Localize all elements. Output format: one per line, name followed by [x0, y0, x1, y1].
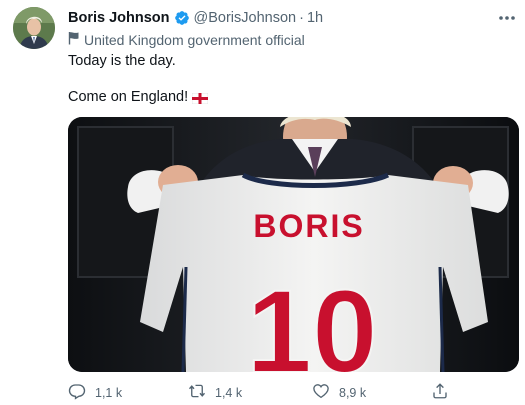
government-label[interactable]: United Kingdom government official: [68, 31, 305, 49]
author-name[interactable]: Boris Johnson: [68, 10, 170, 26]
verified-badge-icon: [174, 10, 190, 26]
retweet-icon: [188, 382, 206, 405]
tweet-header: Boris Johnson @BorisJohnson · 1h: [68, 9, 323, 27]
more-options-button[interactable]: [496, 9, 518, 25]
like-button[interactable]: 8,9 k: [312, 383, 366, 403]
reply-count: 1,1 k: [95, 386, 123, 400]
tweet-timestamp[interactable]: 1h: [307, 10, 323, 26]
more-icon: [498, 8, 516, 26]
like-count: 8,9 k: [339, 386, 367, 400]
reply-button[interactable]: 1,1 k: [68, 383, 122, 403]
author-handle[interactable]: @BorisJohnson: [194, 10, 297, 26]
shirt-number-text: 10: [246, 266, 377, 372]
tweet-text-line-1: Today is the day.: [68, 53, 176, 69]
retweet-button[interactable]: 1,4 k: [188, 383, 242, 403]
government-label-text: United Kingdom government official: [84, 32, 305, 48]
share-button[interactable]: [431, 382, 449, 405]
tweet-photo[interactable]: BORIS 10: [68, 117, 519, 372]
heart-icon: [312, 382, 330, 405]
england-flag-icon: [191, 92, 209, 104]
tweet-actions: 1,1 k 1,4 k 8,9 k: [68, 382, 519, 405]
reply-icon: [68, 382, 86, 405]
tweet-text-line-2: Come on England!: [68, 89, 209, 105]
tweet-text-line-2-text: Come on England!: [68, 89, 189, 105]
tweet-card[interactable]: Boris Johnson @BorisJohnson · 1h United …: [0, 0, 525, 405]
flag-outline-icon: [68, 31, 80, 50]
retweet-count: 1,4 k: [215, 386, 243, 400]
share-icon: [431, 382, 449, 405]
shirt-name-text: BORIS: [253, 208, 364, 244]
avatar[interactable]: [13, 7, 55, 49]
separator-dot: ·: [299, 10, 304, 26]
photo-illustration: BORIS 10: [68, 117, 519, 372]
